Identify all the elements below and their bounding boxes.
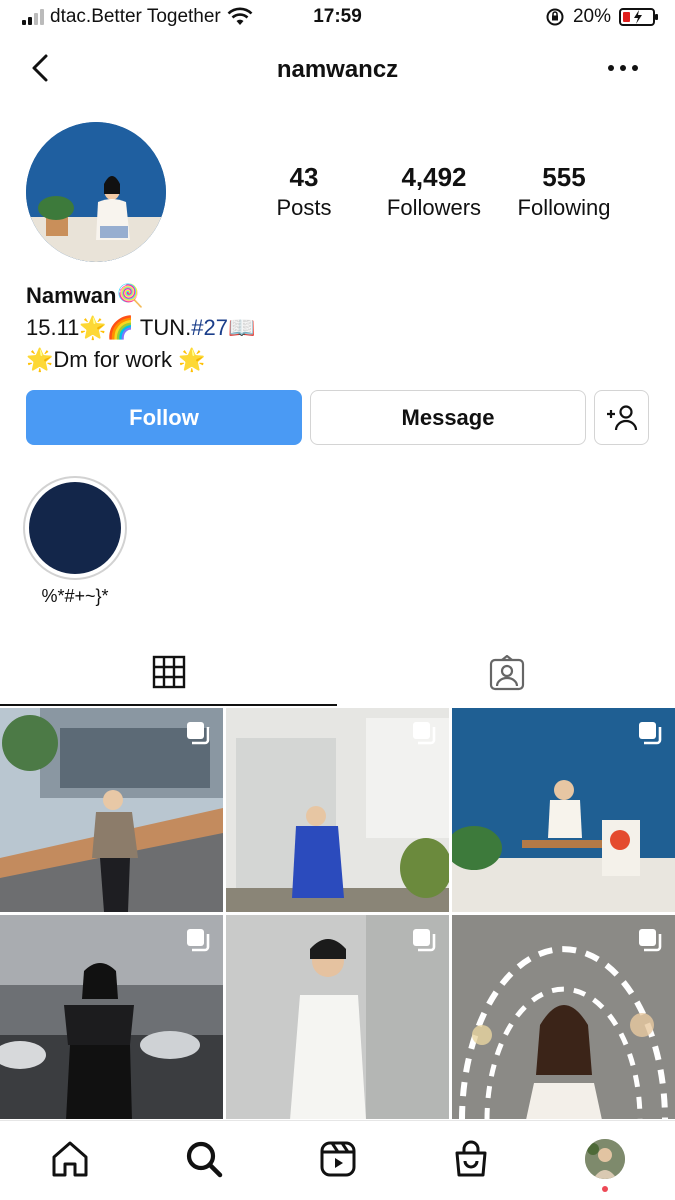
- message-button[interactable]: Message: [310, 390, 586, 445]
- highlight-label: %*#+~}*: [41, 586, 109, 606]
- rotation-lock-icon: [546, 8, 564, 26]
- add-user-icon: [606, 404, 637, 430]
- grid-icon: [152, 655, 185, 689]
- multiple-photos-icon: [187, 929, 210, 952]
- following-stat[interactable]: 555 Following: [510, 162, 618, 221]
- post-thumbnail[interactable]: [226, 708, 449, 912]
- following-label: Following: [517, 195, 611, 220]
- posts-stat[interactable]: 43 Posts: [258, 162, 350, 221]
- multiple-photos-icon: [413, 722, 436, 745]
- shop-icon[interactable]: [451, 1139, 491, 1179]
- post-thumbnail[interactable]: [0, 915, 223, 1119]
- post-thumbnail[interactable]: [452, 708, 675, 912]
- multiple-photos-icon: [187, 722, 210, 745]
- highlight-cover: [29, 482, 121, 574]
- profile-header: namwancz: [0, 40, 675, 100]
- tagged-person-icon: [489, 655, 524, 691]
- post-thumbnail[interactable]: [226, 915, 449, 1119]
- story-highlight[interactable]: [23, 476, 127, 580]
- notification-dot: [602, 1186, 608, 1192]
- tab-grid[interactable]: [0, 640, 337, 706]
- following-count: 555: [542, 162, 586, 192]
- posts-label: Posts: [276, 195, 332, 220]
- post-thumbnail[interactable]: [452, 915, 675, 1119]
- battery-icon: [619, 8, 658, 26]
- display-name: Namwan🍭: [26, 283, 144, 308]
- battery-percent: 20%: [572, 6, 611, 27]
- multiple-photos-icon: [413, 929, 436, 952]
- bio-line-1-text: 15.11🌟🌈 TUN.: [26, 315, 192, 340]
- multiple-photos-icon: [639, 722, 662, 745]
- follow-button[interactable]: Follow: [26, 390, 302, 445]
- profile-username: namwancz: [276, 56, 399, 83]
- posts-grid: [0, 708, 675, 1120]
- post-thumbnail[interactable]: [0, 708, 223, 912]
- bio-hashtag[interactable]: #27📖: [191, 315, 255, 340]
- bio-line-1: 15.11🌟🌈 TUN.#27📖: [26, 312, 255, 344]
- profile-tab-avatar[interactable]: [585, 1139, 625, 1179]
- status-bar: dtac.Better Together 17:59 20%: [0, 0, 675, 36]
- home-icon[interactable]: [50, 1139, 90, 1179]
- followers-count: 4,492: [401, 162, 467, 192]
- profile-avatar[interactable]: [26, 122, 166, 262]
- suggested-users-button[interactable]: [594, 390, 649, 445]
- multiple-photos-icon: [639, 929, 662, 952]
- bottom-tab-bar: [0, 1120, 675, 1200]
- tab-tagged[interactable]: [338, 640, 675, 706]
- profile-bio: Namwan🍭 15.11🌟🌈 TUN.#27📖 🌟Dm for work 🌟: [26, 280, 255, 376]
- search-icon[interactable]: [184, 1139, 224, 1179]
- profile-tabs: [0, 640, 675, 708]
- bio-line-2: 🌟Dm for work 🌟: [26, 347, 206, 372]
- followers-label: Followers: [386, 195, 482, 220]
- followers-stat[interactable]: 4,492 Followers: [376, 162, 492, 221]
- reels-icon[interactable]: [318, 1139, 358, 1179]
- more-horizontal-icon[interactable]: [605, 56, 641, 80]
- posts-count: 43: [289, 162, 319, 192]
